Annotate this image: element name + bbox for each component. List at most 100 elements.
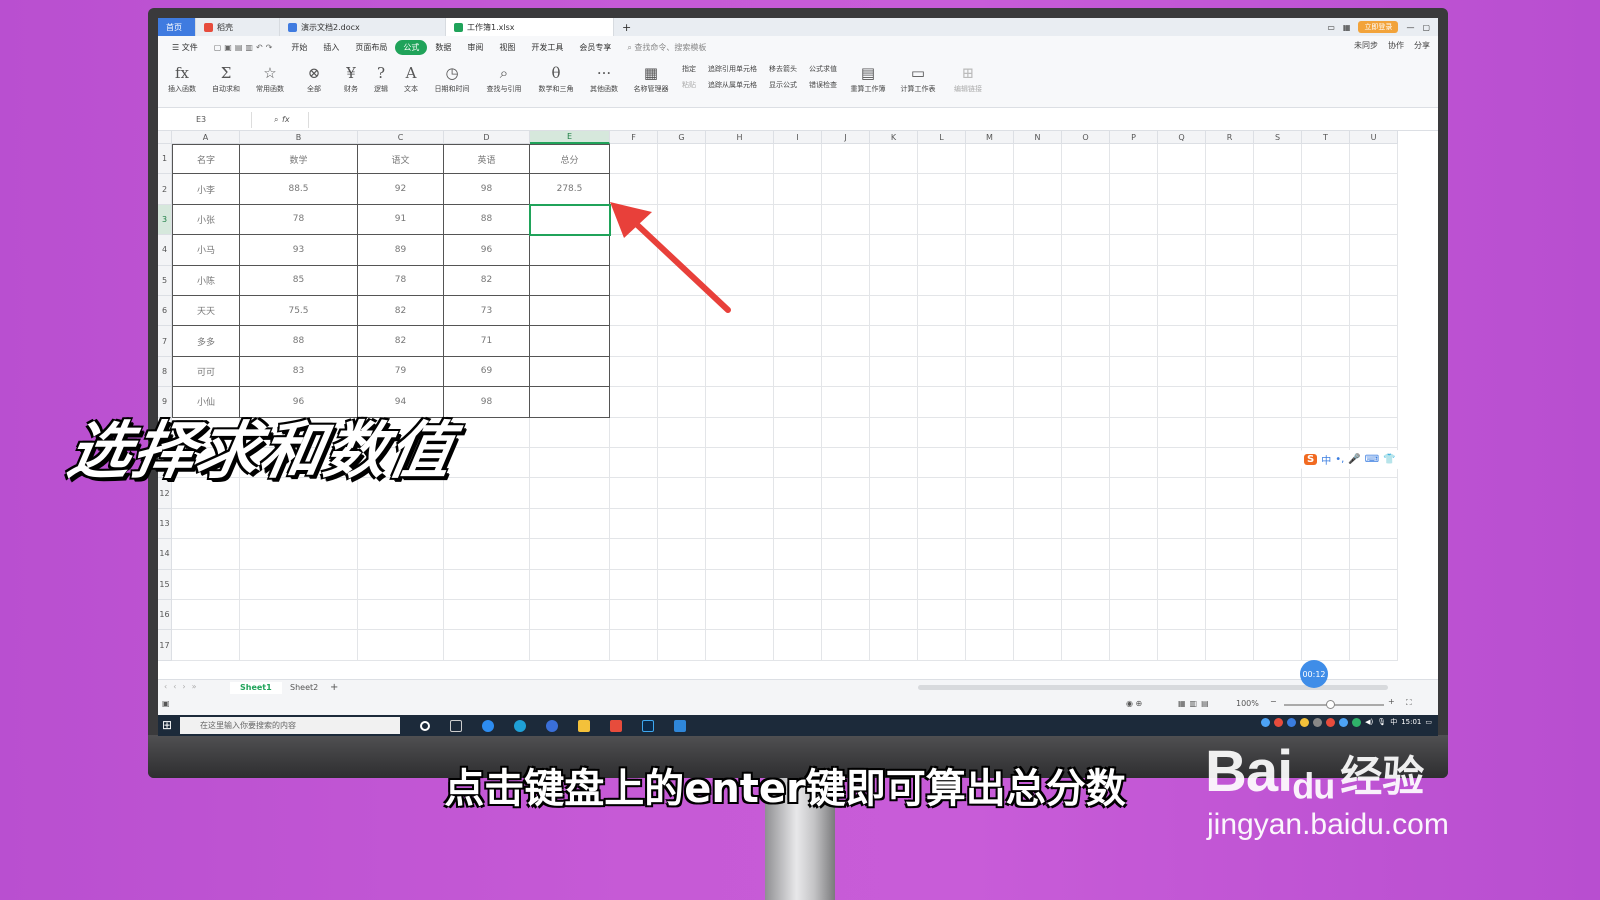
- grid-cell[interactable]: [1350, 600, 1398, 631]
- select-all-corner[interactable]: [158, 131, 172, 144]
- grid-cell[interactable]: [918, 448, 966, 479]
- table-cell[interactable]: 69: [444, 356, 530, 388]
- grid-cell[interactable]: [610, 630, 658, 661]
- grid-cell[interactable]: [658, 448, 706, 479]
- sogou-ime-bar[interactable]: S 中 •, 🎤 ⌨ 👕: [1300, 450, 1400, 469]
- view-mode-icons[interactable]: ▦▥▤: [1178, 699, 1213, 708]
- grid-cell[interactable]: [822, 204, 870, 236]
- grid-cell[interactable]: [918, 235, 966, 266]
- grid-cell[interactable]: [1014, 508, 1062, 540]
- column-header-h[interactable]: H: [706, 131, 774, 144]
- grid-cell[interactable]: [966, 144, 1014, 175]
- grid-cell[interactable]: [172, 600, 240, 631]
- grid-cell[interactable]: [1158, 356, 1206, 388]
- table-cell[interactable]: 93: [240, 235, 358, 266]
- grid-cell[interactable]: [822, 448, 870, 479]
- grid-cell[interactable]: [870, 235, 918, 266]
- grid-cell[interactable]: [658, 508, 706, 540]
- row-header-3[interactable]: 3: [158, 204, 172, 236]
- ribbon-datetime[interactable]: ◷ 日期和时间: [426, 58, 478, 94]
- grid-cell[interactable]: [774, 326, 822, 357]
- grid-cell[interactable]: [870, 630, 918, 661]
- ribbon-remove-arrows[interactable]: 移去箭头: [769, 64, 797, 74]
- grid-cell[interactable]: [1302, 539, 1350, 570]
- grid-cell[interactable]: [870, 174, 918, 205]
- grid-cell[interactable]: [870, 356, 918, 388]
- microphone-icon[interactable]: 🎙: [1377, 718, 1386, 726]
- grid-cell[interactable]: [870, 448, 918, 479]
- grid-cell[interactable]: [1206, 387, 1254, 418]
- grid-cell[interactable]: [774, 356, 822, 388]
- grid-cell[interactable]: [870, 387, 918, 418]
- grid-cell[interactable]: [1014, 387, 1062, 418]
- grid-cell[interactable]: [966, 174, 1014, 205]
- grid-cell[interactable]: [444, 600, 530, 631]
- tray-app-icon[interactable]: [1261, 717, 1271, 727]
- grid-cell[interactable]: [1014, 630, 1062, 661]
- grid-cell[interactable]: [966, 539, 1014, 570]
- grid-cell[interactable]: [966, 448, 1014, 479]
- keyboard-icon[interactable]: ⌨: [1365, 454, 1379, 465]
- grid-cell[interactable]: [822, 296, 870, 327]
- grid-cell[interactable]: [610, 539, 658, 570]
- new-tab-button[interactable]: +: [614, 18, 639, 36]
- grid-cell[interactable]: [918, 478, 966, 509]
- ribbon-trace-precedents[interactable]: 追踪引用单元格: [708, 64, 757, 74]
- grid-cell[interactable]: [1158, 387, 1206, 418]
- grid-cell[interactable]: [822, 326, 870, 357]
- table-cell[interactable]: 88: [444, 204, 530, 236]
- grid-cell[interactable]: [822, 235, 870, 266]
- table-cell[interactable]: 96: [444, 235, 530, 266]
- grid-cell[interactable]: [1254, 326, 1302, 357]
- grid-cell[interactable]: [530, 539, 610, 570]
- grid-cell[interactable]: [1254, 478, 1302, 509]
- grid-cell[interactable]: [822, 174, 870, 205]
- grid-cell[interactable]: [1350, 417, 1398, 448]
- grid-cell[interactable]: [870, 539, 918, 570]
- task-view-icon[interactable]: [450, 719, 462, 732]
- grid-cell[interactable]: [1206, 600, 1254, 631]
- grid-cell[interactable]: [444, 478, 530, 509]
- table-cell[interactable]: 82: [358, 326, 444, 357]
- grid-cell[interactable]: [1158, 235, 1206, 266]
- table-cell[interactable]: [530, 326, 610, 357]
- grid-cell[interactable]: [1206, 296, 1254, 327]
- grid-cell[interactable]: [1350, 144, 1398, 175]
- grid-cell[interactable]: [172, 539, 240, 570]
- grid-cell[interactable]: [774, 296, 822, 327]
- grid-cell[interactable]: [774, 478, 822, 509]
- table-header-cell[interactable]: 数学: [240, 144, 358, 175]
- recording-timer[interactable]: 00:12: [1300, 660, 1328, 688]
- grid-cell[interactable]: [966, 296, 1014, 327]
- grid-cell[interactable]: [1110, 417, 1158, 448]
- voice-icon[interactable]: 🎤: [1348, 454, 1360, 465]
- grid-cell[interactable]: [774, 569, 822, 600]
- table-cell[interactable]: 小李: [172, 174, 240, 205]
- grid-cell[interactable]: [918, 600, 966, 631]
- grid-cell[interactable]: [658, 478, 706, 509]
- ribbon-error-check[interactable]: 错误检查: [809, 80, 837, 90]
- table-cell[interactable]: 小马: [172, 235, 240, 266]
- grid-cell[interactable]: [1158, 478, 1206, 509]
- table-cell[interactable]: 可可: [172, 356, 240, 388]
- grid-cell[interactable]: [1110, 387, 1158, 418]
- grid-cell[interactable]: [1014, 144, 1062, 175]
- grid-cell[interactable]: [706, 326, 774, 357]
- grid-cell[interactable]: [966, 356, 1014, 388]
- grid-cell[interactable]: [1014, 174, 1062, 205]
- grid-cell[interactable]: [870, 417, 918, 448]
- column-header-l[interactable]: L: [918, 131, 966, 144]
- grid-cell[interactable]: [1302, 144, 1350, 175]
- table-cell[interactable]: 88.5: [240, 174, 358, 205]
- grid-cell[interactable]: [1014, 600, 1062, 631]
- row-header-6[interactable]: 6: [158, 296, 172, 327]
- grid-cell[interactable]: [1302, 174, 1350, 205]
- grid-cell[interactable]: [1302, 387, 1350, 418]
- column-header-g[interactable]: G: [658, 131, 706, 144]
- fx-button[interactable]: fx: [282, 112, 290, 128]
- grid-cell[interactable]: [1206, 356, 1254, 388]
- grid-cell[interactable]: [774, 387, 822, 418]
- grid-cell[interactable]: [1206, 448, 1254, 479]
- grid-cell[interactable]: [1350, 539, 1398, 570]
- grid-cell[interactable]: [966, 326, 1014, 357]
